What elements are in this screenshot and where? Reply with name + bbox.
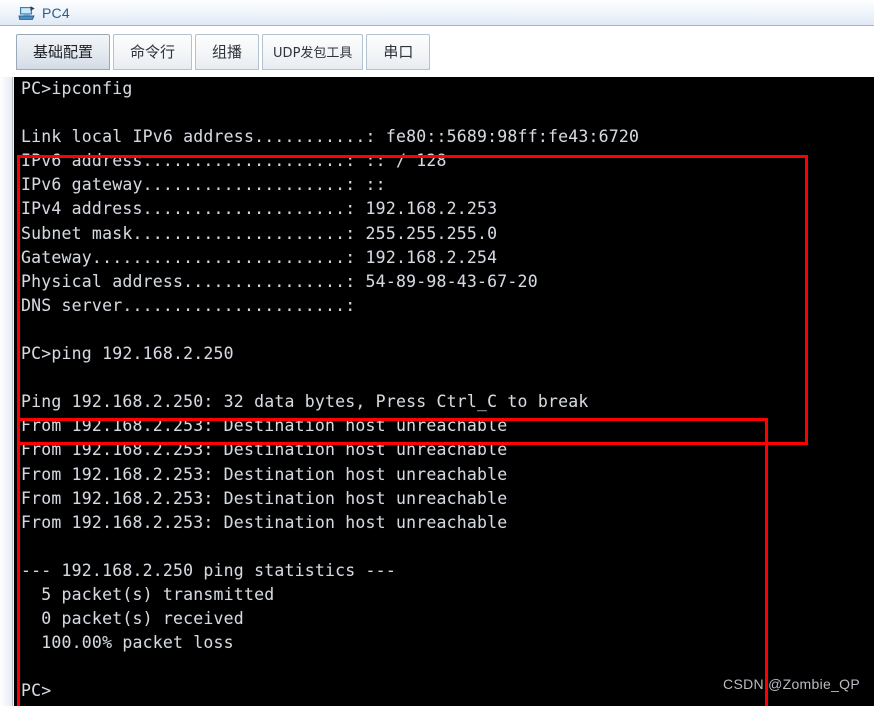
tab-serial-port[interactable]: 串口 xyxy=(366,33,431,70)
tab-basic-config[interactable]: 基础配置 xyxy=(16,33,111,70)
terminal-left-gutter xyxy=(0,77,13,706)
console-output[interactable]: PC>ipconfig Link local IPv6 address.....… xyxy=(14,77,874,706)
tab-multicast[interactable]: 组播 xyxy=(195,33,260,70)
computer-icon xyxy=(18,5,36,21)
tab-udp-packet-tool[interactable]: UDP发包工具 xyxy=(262,33,364,70)
tab-bar: 基础配置 命令行 组播 UDP发包工具 串口 xyxy=(0,26,874,77)
terminal-area: PC>ipconfig Link local IPv6 address.....… xyxy=(0,77,874,706)
tab-label: UDP发包工具 xyxy=(273,46,353,61)
tab-label: 串口 xyxy=(383,43,414,61)
tab-command-line[interactable]: 命令行 xyxy=(113,33,193,70)
console-text: PC>ipconfig Link local IPv6 address.....… xyxy=(21,79,640,701)
tab-label: 基础配置 xyxy=(33,43,94,61)
watermark: CSDN @Zombie_QP xyxy=(723,676,860,692)
tab-label: 命令行 xyxy=(130,43,176,61)
tab-label: 组播 xyxy=(212,43,243,61)
pc-console-window: PC4 基础配置 命令行 组播 UDP发包工具 串口 PC>ipconfig L… xyxy=(0,0,874,706)
window-titlebar: PC4 xyxy=(0,0,874,26)
window-title: PC4 xyxy=(42,4,70,21)
